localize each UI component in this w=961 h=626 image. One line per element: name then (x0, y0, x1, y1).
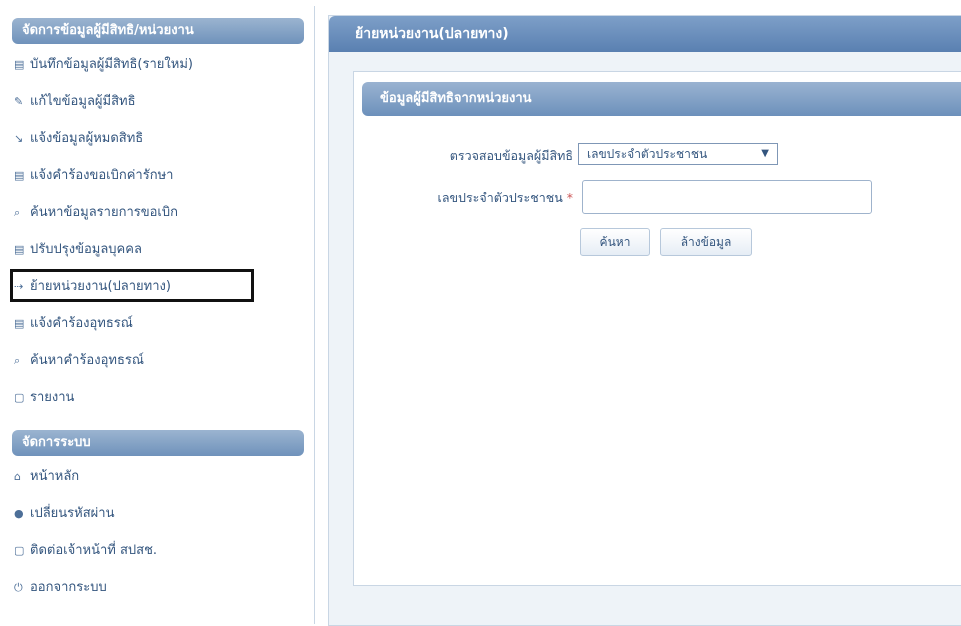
sidebar-item-label: บันทึกข้อมูลผู้มีสิทธิ(รายใหม่) (30, 57, 193, 72)
sidebar-item-label: ออกจากระบบ (30, 580, 107, 595)
sidebar: จัดการข้อมูลผู้มีสิทธิ/หน่วยงาน ▤ บันทึกข… (4, 6, 315, 624)
sidebar-item-change-password[interactable]: ● เปลี่ยนรหัสผ่าน (4, 495, 314, 532)
sidebar-item-label: แจ้งคำร้องอุทธรณ์ (30, 316, 133, 331)
document-icon: ▤ (14, 317, 25, 330)
transfer-icon: ⇢ (14, 280, 24, 293)
folder-icon: ▢ (14, 391, 25, 404)
check-label: ตรวจสอบข้อมูลผู้มีสิทธิ (449, 148, 573, 163)
id-label-wrap: เลขประจำตัวประชาชน * (368, 188, 573, 208)
sidebar-item-label: ค้นหาคำร้องอุทธรณ์ (30, 353, 144, 368)
chevron-down-icon: ▼ (761, 148, 769, 159)
sidebar-item-update-person[interactable]: ▤ ปรับปรุงข้อมูลบุคคล (4, 231, 314, 268)
id-number-input[interactable] (582, 180, 872, 214)
sidebar-item-label: ย้ายหน่วยงาน(ปลายทาง) (30, 279, 171, 294)
sidebar-section-system-title: จัดการระบบ (12, 430, 304, 456)
sidebar-item-transfer-destination[interactable]: ⇢ ย้ายหน่วยงาน(ปลายทาง) (4, 268, 314, 305)
document-icon: ▤ (14, 58, 25, 71)
sidebar-item-add-new[interactable]: ▤ บันทึกข้อมูลผู้มีสิทธิ(รายใหม่) (4, 46, 314, 83)
select-value: เลขประจำตัวประชาชน (587, 147, 708, 161)
sidebar-item-edit[interactable]: ✎ แก้ไขข้อมูลผู้มีสิทธิ (4, 83, 314, 120)
sidebar-item-label: ปรับปรุงข้อมูลบุคคล (30, 242, 142, 257)
sidebar-item-home[interactable]: ⌂ หน้าหลัก (4, 458, 314, 495)
form-card: ข้อมูลผู้มีสิทธิจากหน่วยงาน ตรวจสอบข้อมู… (353, 71, 961, 586)
main-panel: ย้ายหน่วยงาน(ปลายทาง) ข้อมูลผู้มีสิทธิจา… (328, 15, 961, 626)
check-type-select[interactable]: เลขประจำตัวประชาชน ▼ (578, 143, 778, 165)
sidebar-item-search-appeals[interactable]: ⌕ ค้นหาคำร้องอุทธรณ์ (4, 342, 314, 379)
sidebar-item-label: รายงาน (30, 390, 75, 405)
sidebar-item-claim-request[interactable]: ▤ แจ้งคำร้องขอเบิกค่ารักษา (4, 157, 314, 194)
edit-icon: ✎ (14, 95, 24, 108)
clear-button[interactable]: ล้างข้อมูล (660, 228, 752, 256)
sidebar-item-reports[interactable]: ▢ รายงาน (4, 379, 314, 416)
document-icon: ▤ (14, 243, 25, 256)
sidebar-item-label: ค้นหาข้อมูลรายการขอเบิก (30, 205, 178, 220)
search-icon: ⌕ (14, 354, 21, 367)
card-title: ข้อมูลผู้มีสิทธิจากหน่วยงาน (362, 82, 961, 116)
home-icon: ⌂ (14, 470, 21, 483)
sidebar-item-appeal-request[interactable]: ▤ แจ้งคำร้องอุทธรณ์ (4, 305, 314, 342)
sidebar-item-label: แก้ไขข้อมูลผู้มีสิทธิ (30, 94, 136, 109)
page-title: ย้ายหน่วยงาน(ปลายทาง) (329, 16, 961, 52)
sidebar-item-label: เปลี่ยนรหัสผ่าน (30, 506, 115, 521)
required-mark: * (566, 190, 573, 205)
sidebar-item-logout[interactable]: ⏻ ออกจากระบบ (4, 569, 314, 606)
search-button[interactable]: ค้นหา (580, 228, 650, 256)
power-icon: ⏻ (14, 581, 23, 594)
sidebar-item-label: แจ้งคำร้องขอเบิกค่ารักษา (30, 168, 174, 183)
sidebar-item-label: แจ้งข้อมูลผู้หมดสิทธิ (30, 131, 144, 146)
id-label: เลขประจำตัวประชาชน (437, 190, 563, 205)
sidebar-item-label: หน้าหลัก (30, 469, 80, 484)
sidebar-item-search-claims[interactable]: ⌕ ค้นหาข้อมูลรายการขอเบิก (4, 194, 314, 231)
lock-icon: ● (14, 507, 24, 520)
document-icon: ▤ (14, 169, 25, 182)
sidebar-item-label: ติดต่อเจ้าหน้าที่ สปสช. (30, 543, 158, 558)
sidebar-item-expired[interactable]: ↘ แจ้งข้อมูลผู้หมดสิทธิ (4, 120, 314, 157)
sidebar-section-manage-title: จัดการข้อมูลผู้มีสิทธิ/หน่วยงาน (12, 18, 304, 44)
search-icon: ⌕ (14, 206, 21, 219)
sidebar-item-contact-staff[interactable]: ▢ ติดต่อเจ้าหน้าที่ สปสช. (4, 532, 314, 569)
contact-icon: ▢ (14, 544, 25, 557)
arrow-down-right-icon: ↘ (14, 132, 24, 145)
